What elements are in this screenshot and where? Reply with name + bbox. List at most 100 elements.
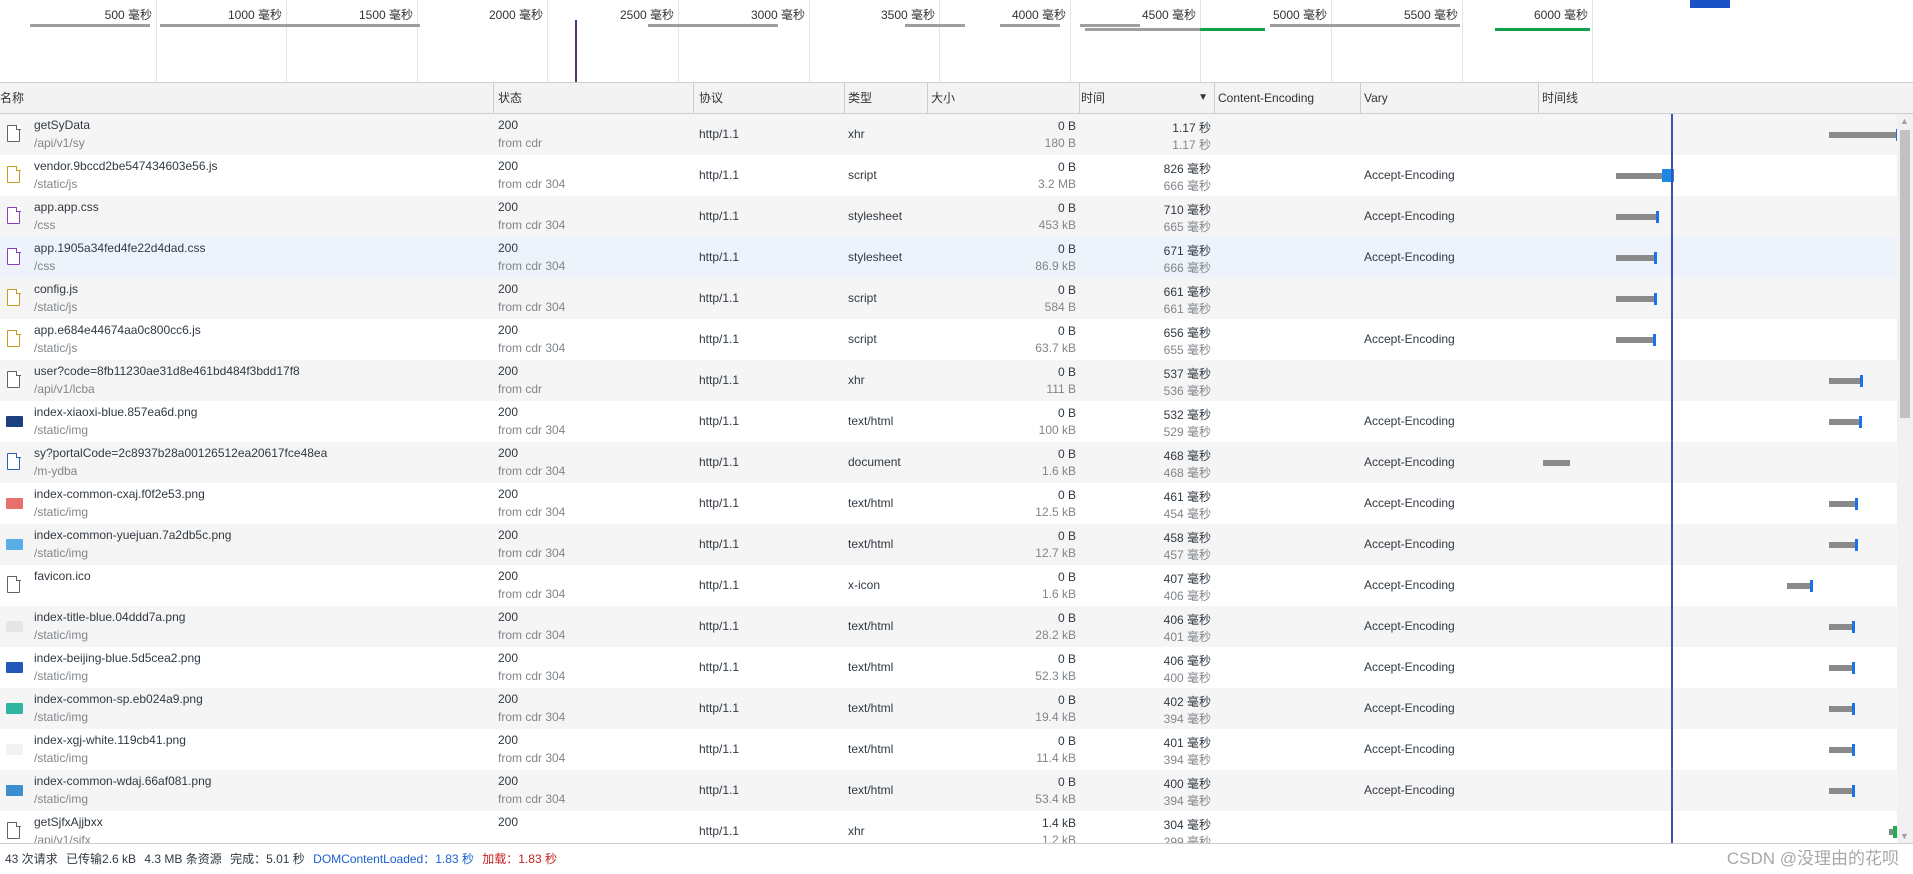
size-cell: 0 B 86.9 kB <box>928 237 1080 278</box>
waterfall-bar <box>1616 173 1665 179</box>
table-row[interactable]: index-xgj-white.119cb41.png/static/img 20… <box>0 729 1913 770</box>
name-cell[interactable]: favicon.ico <box>0 565 494 606</box>
name-cell[interactable]: index-xiaoxi-blue.857ea6d.png/static/img <box>0 401 494 442</box>
scroll-up-icon[interactable]: ▲ <box>1900 116 1909 126</box>
name-cell[interactable]: index-beijing-blue.5d5cea2.png/static/im… <box>0 647 494 688</box>
table-row[interactable]: app.e684e44674aa0c800cc6.js/static/js 200… <box>0 319 1913 360</box>
header-waterfall[interactable]: 时间线 <box>1539 83 1913 113</box>
request-name[interactable]: sy?portalCode=2c8937b28a00126512ea20617f… <box>34 446 327 460</box>
time-cell: 458 毫秒 457 毫秒 <box>1080 524 1215 565</box>
table-row[interactable]: config.js/static/js 200 from cdr 304 http/1… <box>0 278 1913 319</box>
name-cell[interactable]: user?code=8fb11230ae31d8e461bd484f3bdd17… <box>0 360 494 401</box>
table-row[interactable]: user?code=8fb11230ae31d8e461bd484f3bdd17… <box>0 360 1913 401</box>
scroll-down-icon[interactable]: ▼ <box>1900 831 1909 841</box>
request-name[interactable]: getSyData <box>34 118 90 132</box>
name-cell[interactable]: index-common-yuejuan.7a2db5c.png/static/… <box>0 524 494 565</box>
name-cell[interactable]: vendor.9bccd2be547434603e56.js/static/js <box>0 155 494 196</box>
dcl-line <box>1671 114 1673 843</box>
table-row[interactable]: index-common-sp.eb024a9.png/static/img 20… <box>0 688 1913 729</box>
status-code: 200 <box>498 159 519 173</box>
overview-timeline[interactable]: 500 毫秒 1000 毫秒 1500 毫秒 2000 毫秒 2500 毫秒 3000 毫… <box>0 0 1913 83</box>
encoding-cell <box>1215 442 1361 483</box>
name-cell[interactable]: app.e684e44674aa0c800cc6.js/static/js <box>0 319 494 360</box>
transfer-size: 0 B <box>1057 447 1076 461</box>
header-vary[interactable]: Vary <box>1361 83 1539 113</box>
request-name[interactable]: favicon.ico <box>34 569 91 583</box>
request-name[interactable]: app.1905a34fed4fe22d4dad.css <box>34 241 206 255</box>
request-name[interactable]: index-common-sp.eb024a9.png <box>34 692 203 706</box>
total-time: 826 毫秒 <box>1163 162 1211 176</box>
table-row[interactable]: getSjfxAjjbxx/api/v1/sjfx 200 http/1.1 xhr 1… <box>0 811 1913 843</box>
name-cell[interactable]: index-common-wdaj.66af081.png/static/img <box>0 770 494 811</box>
type-cell: script <box>845 319 928 360</box>
encoding-cell <box>1215 606 1361 647</box>
table-row[interactable]: index-title-blue.04ddd7a.png/static/img 2… <box>0 606 1913 647</box>
header-size[interactable]: 大小 <box>928 83 1080 113</box>
status-source: from cdr 304 <box>498 505 566 519</box>
header-name[interactable]: 名称 <box>0 83 494 113</box>
name-cell[interactable]: getSyData/api/v1/sy <box>0 114 494 155</box>
request-name[interactable]: vendor.9bccd2be547434603e56.js <box>34 159 218 173</box>
request-name[interactable]: index-xgj-white.119cb41.png <box>34 733 186 747</box>
request-name[interactable]: index-common-yuejuan.7a2db5c.png <box>34 528 231 542</box>
table-row[interactable]: getSyData/api/v1/sy 200 from cdr http/1.1 xh… <box>0 114 1913 155</box>
type-cell: stylesheet <box>845 237 928 278</box>
total-time: 407 毫秒 <box>1163 572 1211 586</box>
name-cell[interactable]: index-common-sp.eb024a9.png/static/img <box>0 688 494 729</box>
latency-time: 401 毫秒 <box>1163 630 1211 644</box>
name-cell[interactable]: index-title-blue.04ddd7a.png/static/img <box>0 606 494 647</box>
name-cell[interactable]: app.1905a34fed4fe22d4dad.css/css <box>0 237 494 278</box>
request-name[interactable]: user?code=8fb11230ae31d8e461bd484f3bdd17… <box>34 364 300 378</box>
request-name[interactable]: index-title-blue.04ddd7a.png <box>34 610 185 624</box>
protocol-value: http/1.1 <box>699 414 740 428</box>
request-name[interactable]: app.e684e44674aa0c800cc6.js <box>34 323 201 337</box>
request-name[interactable]: index-common-cxaj.f0f2e53.png <box>34 487 205 501</box>
protocol-value: http/1.1 <box>699 291 740 305</box>
table-row[interactable]: app.1905a34fed4fe22d4dad.css/css 200 from … <box>0 237 1913 278</box>
overview-bar <box>1080 24 1140 27</box>
protocol-value: http/1.1 <box>699 455 740 469</box>
status-code: 200 <box>498 364 519 378</box>
table-row[interactable]: sy?portalCode=2c8937b28a00126512ea20617f… <box>0 442 1913 483</box>
type-cell: text/html <box>845 401 928 442</box>
name-cell[interactable]: index-xgj-white.119cb41.png/static/img <box>0 729 494 770</box>
name-cell[interactable]: getSjfxAjjbxx/api/v1/sjfx <box>0 811 494 843</box>
header-status[interactable]: 状态 <box>494 83 694 113</box>
status-cell: 200 from cdr 304 <box>494 565 694 606</box>
table-row[interactable]: vendor.9bccd2be547434603e56.js/static/js… <box>0 155 1913 196</box>
scroll-thumb[interactable] <box>1900 130 1910 418</box>
encoding-cell <box>1215 319 1361 360</box>
name-cell[interactable]: app.app.css/css <box>0 196 494 237</box>
request-name[interactable]: index-common-wdaj.66af081.png <box>34 774 211 788</box>
header-content-encoding[interactable]: Content-Encoding <box>1215 83 1361 113</box>
table-row[interactable]: index-common-cxaj.f0f2e53.png/static/img… <box>0 483 1913 524</box>
table-row[interactable]: index-common-yuejuan.7a2db5c.png/static/… <box>0 524 1913 565</box>
request-name[interactable]: index-beijing-blue.5d5cea2.png <box>34 651 201 665</box>
latency-time: 666 毫秒 <box>1163 261 1211 275</box>
script-icon <box>7 165 21 183</box>
request-name[interactable]: getSjfxAjjbxx <box>34 815 103 829</box>
request-name[interactable]: app.app.css <box>34 200 99 214</box>
time-cell: 406 毫秒 400 毫秒 <box>1080 647 1215 688</box>
table-row[interactable]: favicon.ico 200 from cdr 304 http/1.1 x-icon… <box>0 565 1913 606</box>
header-time[interactable]: 时间 ▼ <box>1080 83 1215 113</box>
request-name[interactable]: config.js <box>34 282 78 296</box>
vary-cell: Accept-Encoding <box>1361 647 1539 688</box>
header-type[interactable]: 类型 <box>845 83 928 113</box>
name-cell[interactable]: sy?portalCode=2c8937b28a00126512ea20617f… <box>0 442 494 483</box>
table-row[interactable]: index-xiaoxi-blue.857ea6d.png/static/img… <box>0 401 1913 442</box>
scrollbar[interactable]: ▲ ▼ <box>1897 114 1913 843</box>
table-row[interactable]: app.app.css/css 200 from cdr 304 http/1.1 st… <box>0 196 1913 237</box>
resource-size: 11.4 kB <box>1036 751 1076 765</box>
table-row[interactable]: index-common-wdaj.66af081.png/static/img… <box>0 770 1913 811</box>
request-name[interactable]: index-xiaoxi-blue.857ea6d.png <box>34 405 197 419</box>
type-value: stylesheet <box>848 250 903 264</box>
total-time: 406 毫秒 <box>1163 613 1211 627</box>
table-row[interactable]: index-beijing-blue.5d5cea2.png/static/im… <box>0 647 1913 688</box>
name-cell[interactable]: config.js/static/js <box>0 278 494 319</box>
header-protocol[interactable]: 协议 <box>694 83 845 113</box>
name-cell[interactable]: index-common-cxaj.f0f2e53.png/static/img <box>0 483 494 524</box>
transfer-size: 1.4 kB <box>1041 816 1076 830</box>
overview-bar <box>1270 24 1460 27</box>
status-cell: 200 from cdr 304 <box>494 155 694 196</box>
